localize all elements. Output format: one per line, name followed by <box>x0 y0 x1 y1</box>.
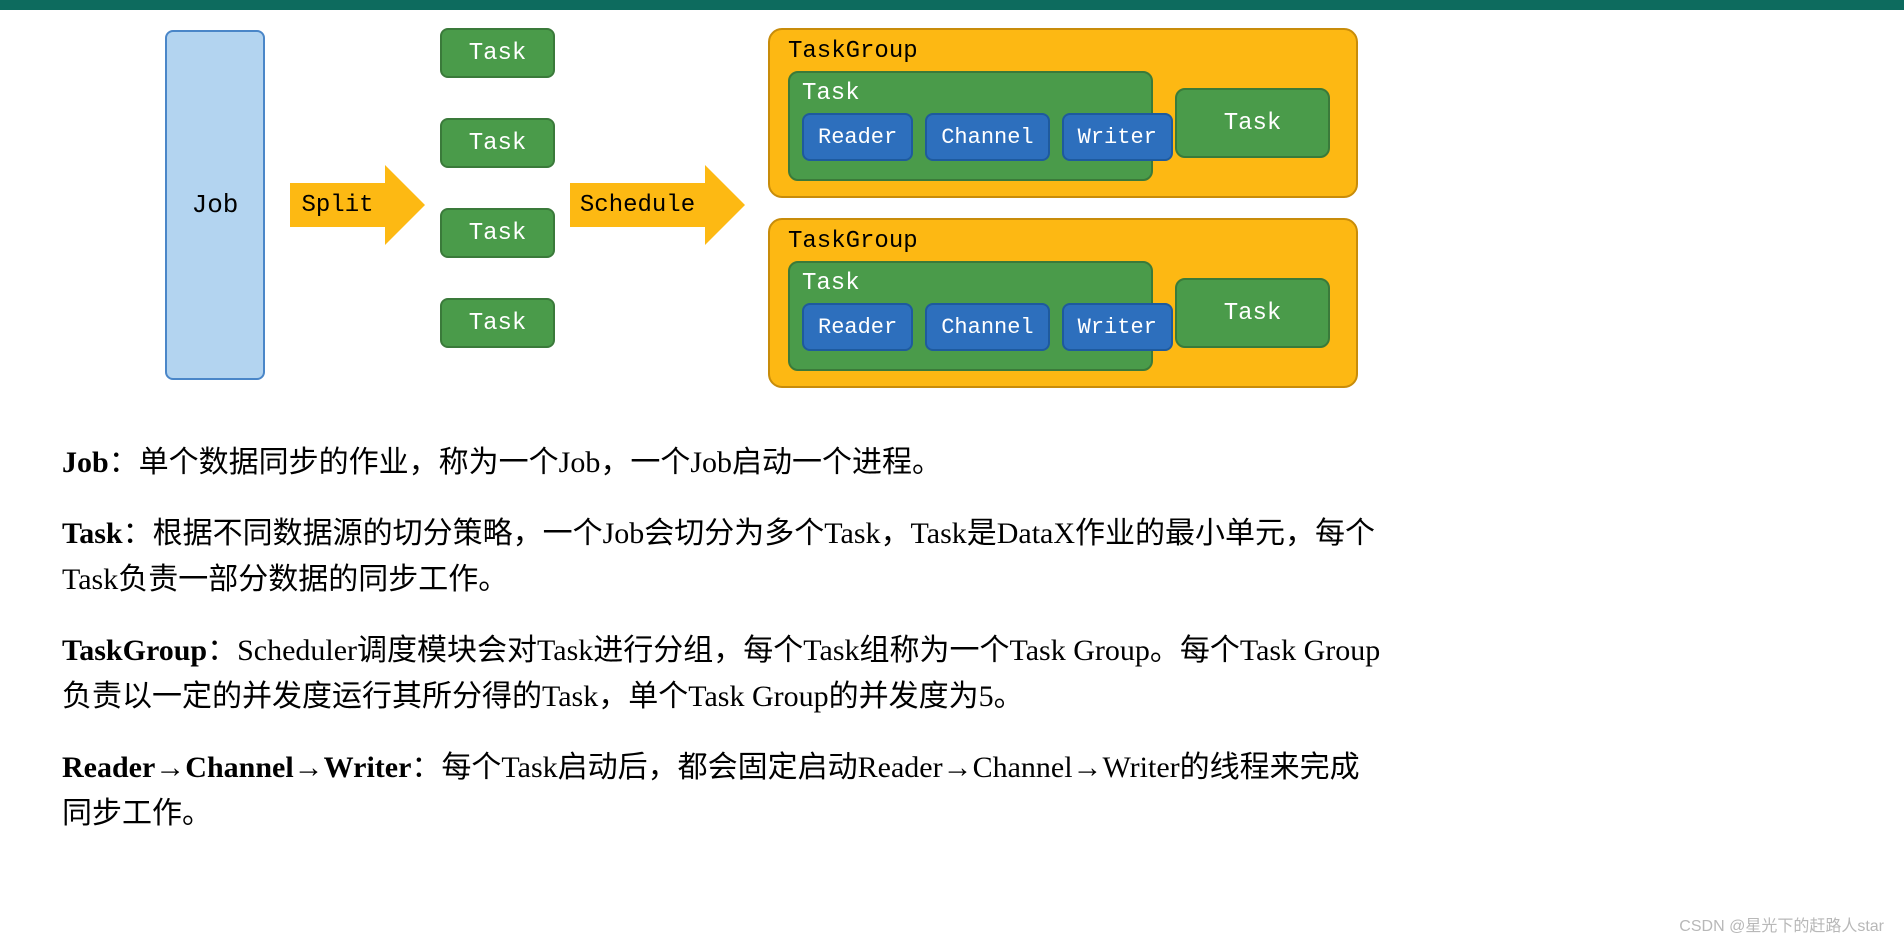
channel-box: Channel <box>925 113 1049 161</box>
taskgroup-inner: Task Reader Channel Writer Task <box>788 71 1338 181</box>
desc-rcw-bold: Reader→Channel→Writer <box>62 751 411 784</box>
desc-task-bold: Task <box>62 517 123 550</box>
taskgroup-title: TaskGroup <box>788 38 1338 65</box>
job-label: Job <box>192 190 239 220</box>
channel-box: Channel <box>925 303 1049 351</box>
taskgroup-inner: Task Reader Channel Writer Task <box>788 261 1338 371</box>
schedule-arrow-label: Schedule <box>570 183 705 227</box>
reader-box: Reader <box>802 113 913 161</box>
taskgroup-box: TaskGroup Task Reader Channel Writer Tas… <box>768 28 1358 198</box>
desc-task-text: ：根据不同数据源的切分策略，一个Job会切分为多个Task，Task是DataX… <box>62 517 1375 597</box>
taskgroup-column: TaskGroup Task Reader Channel Writer Tas… <box>768 28 1358 388</box>
desc-job: Job：单个数据同步的作业，称为一个Job，一个Job启动一个进程。 <box>62 440 1382 487</box>
top-bar <box>0 0 1904 10</box>
desc-taskgroup-bold: TaskGroup <box>62 634 207 667</box>
desc-taskgroup: TaskGroup：Scheduler调度模块会对Task进行分组，每个Task… <box>62 628 1382 721</box>
task-box: Task <box>440 28 555 78</box>
task-simple: Task <box>1175 278 1330 348</box>
desc-task: Task：根据不同数据源的切分策略，一个Job会切分为多个Task，Task是D… <box>62 511 1382 604</box>
desc-taskgroup-text: ：Scheduler调度模块会对Task进行分组，每个Task组称为一个Task… <box>62 634 1380 714</box>
task-box: Task <box>440 118 555 168</box>
task-box: Task <box>440 298 555 348</box>
task-pipeline: Reader Channel Writer <box>802 113 1139 161</box>
arrow-head-icon <box>705 165 745 245</box>
desc-job-text: ：单个数据同步的作业，称为一个Job，一个Job启动一个进程。 <box>109 446 942 479</box>
writer-box: Writer <box>1062 303 1173 351</box>
schedule-arrow: Schedule <box>570 165 745 245</box>
watermark: CSDN @星光下的赶路人star <box>1679 912 1884 936</box>
task-expanded: Task Reader Channel Writer <box>788 261 1153 371</box>
task-simple: Task <box>1175 88 1330 158</box>
taskgroup-title: TaskGroup <box>788 228 1338 255</box>
description-block: Job：单个数据同步的作业，称为一个Job，一个Job启动一个进程。 Task：… <box>62 440 1382 862</box>
job-box: Job <box>165 30 265 380</box>
arrow-head-icon <box>385 165 425 245</box>
task-expanded: Task Reader Channel Writer <box>788 71 1153 181</box>
writer-box: Writer <box>1062 113 1173 161</box>
split-arrow-label: Split <box>290 183 385 227</box>
task-expanded-title: Task <box>802 80 1139 107</box>
desc-rcw: Reader→Channel→Writer：每个Task启动后，都会固定启动Re… <box>62 745 1382 838</box>
diagram-area: Job Split Task Task Task Task Schedule T… <box>0 10 1904 440</box>
task-column: Task Task Task Task <box>440 28 555 348</box>
desc-job-bold: Job <box>62 446 109 479</box>
task-box: Task <box>440 208 555 258</box>
split-arrow: Split <box>290 165 425 245</box>
reader-box: Reader <box>802 303 913 351</box>
task-pipeline: Reader Channel Writer <box>802 303 1139 351</box>
taskgroup-box: TaskGroup Task Reader Channel Writer Tas… <box>768 218 1358 388</box>
task-expanded-title: Task <box>802 270 1139 297</box>
